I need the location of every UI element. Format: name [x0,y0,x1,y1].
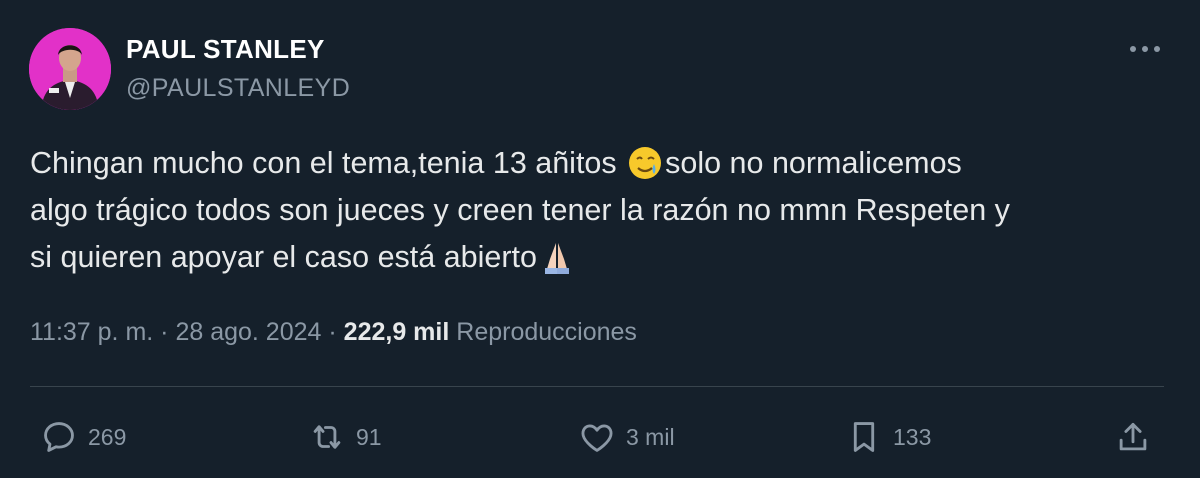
reply-icon [44,422,74,452]
share-button[interactable] [1114,415,1152,459]
like-icon [581,424,613,452]
tweet-meta: 11:37 p. m. · 28 ago. 2024 · 222,9 mil R… [30,318,637,347]
tweet-line-text: si quieren apoyar el caso está abierto [30,240,537,274]
like-button[interactable]: 3 mil [578,415,675,459]
avatar[interactable] [29,28,111,110]
meta-separator: · [160,318,169,346]
tweet-time[interactable]: 11:37 p. m. [30,318,153,346]
tweet-line-text: solo no normalicemos [665,146,962,180]
reply-count: 269 [88,423,127,450]
bookmark-button[interactable]: 133 [845,415,931,459]
bookmark-count: 133 [893,423,932,450]
repost-button[interactable]: 91 [308,415,382,459]
bookmark-icon [853,422,875,452]
divider [30,386,1164,387]
tweet-line: algo trágico todos son jueces y creen te… [30,193,1010,227]
repost-icon [313,425,341,449]
like-count: 3 mil [626,423,675,450]
views-label: Reproducciones [456,318,637,346]
tearful-face-emoji [629,147,662,179]
tweet-date[interactable]: 28 ago. 2024 [175,318,321,346]
avatar-image [29,28,111,110]
tweet-line-text: Chingan mucho con el tema,tenia 13 añito… [30,146,626,180]
views-count: 222,9 mil [343,318,450,346]
author-handle[interactable]: @PAULSTANLEYD [126,74,350,103]
repost-count: 91 [356,423,382,450]
author-display-name[interactable]: PAUL STANLEY [126,34,325,65]
tweet-line: si quieren apoyar el caso está abierto [30,234,1180,281]
tweet-line: Chingan mucho con el tema,tenia 13 añito… [30,140,1180,187]
reply-button[interactable]: 269 [40,415,126,459]
tweet-text: Chingan mucho con el tema,tenia 13 añito… [30,140,1180,281]
more-icon [1130,46,1160,52]
praying-hands-emoji [544,243,569,274]
share-icon [1119,422,1147,451]
meta-separator: · [328,318,337,346]
more-options-button[interactable] [1125,34,1165,64]
